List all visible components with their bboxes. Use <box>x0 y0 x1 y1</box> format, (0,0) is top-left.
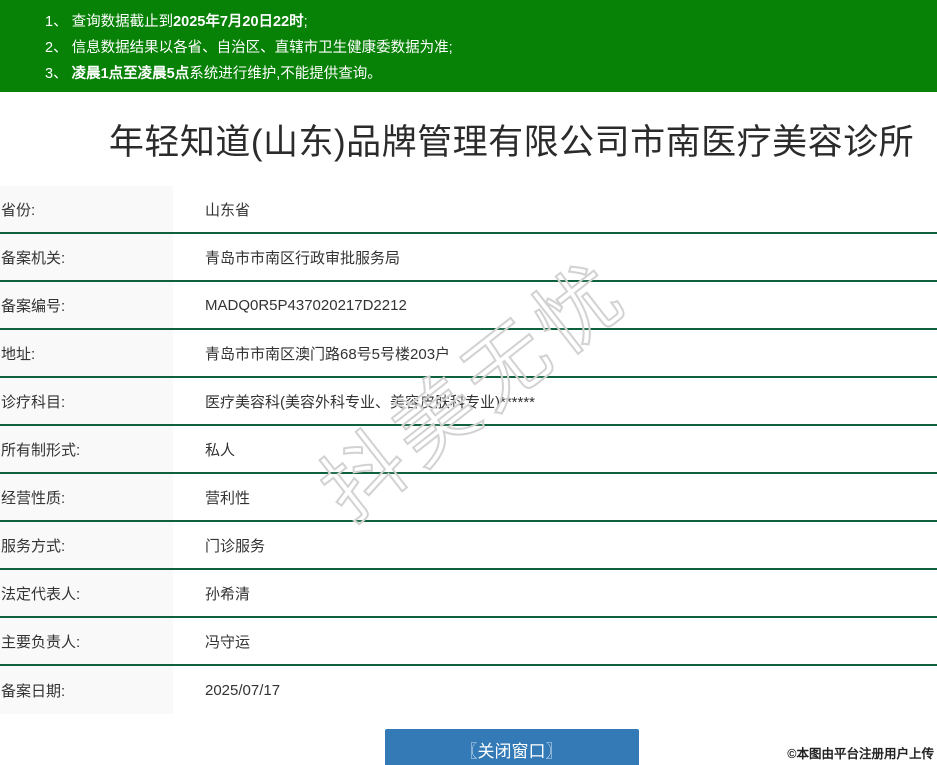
row-label: 备案机关: <box>0 234 173 280</box>
notice-text-bold: 凌晨1点至凌晨5点 <box>71 66 190 82</box>
row-label: 地址: <box>0 330 173 376</box>
button-area: 〖关闭窗口〗 <box>0 729 937 765</box>
table-row-filing-number: 备案编号: MADQ0R5P437020217D2212 <box>0 282 937 330</box>
row-label: 所有制形式: <box>0 426 173 472</box>
row-value: 2025/07/17 <box>173 666 937 714</box>
notice-text-bold: 2025年7月20日22时 <box>173 14 304 30</box>
row-value: 青岛市市南区行政审批服务局 <box>173 234 937 280</box>
notice-item: 3、 凌晨1点至凌晨5点系统进行维护,不能提供查询。 <box>45 61 927 87</box>
page-title: 年轻知道(山东)品牌管理有限公司市南医疗美容诊所 <box>108 122 915 162</box>
row-value: 医疗美容科(美容外科专业、美容皮肤科专业)****** <box>173 378 937 424</box>
notice-item: 2、 信息数据结果以各省、自治区、直辖市卫生健康委数据为准; <box>45 35 927 61</box>
table-row-ownership-form: 所有制形式: 私人 <box>0 426 937 474</box>
info-table: 省份: 山东省 备案机关: 青岛市市南区行政审批服务局 备案编号: MADQ0R… <box>0 186 937 714</box>
row-label: 省份: <box>0 186 173 232</box>
table-row-treatment-subjects: 诊疗科目: 医疗美容科(美容外科专业、美容皮肤科专业)****** <box>0 378 937 426</box>
row-label: 经营性质: <box>0 474 173 520</box>
table-row-province: 省份: 山东省 <box>0 186 937 234</box>
table-row-principal: 主要负责人: 冯守运 <box>0 618 937 666</box>
title-area: 年轻知道(山东)品牌管理有限公司市南医疗美容诊所 <box>0 92 937 186</box>
notice-text: ; <box>303 14 308 30</box>
notice-text: 3、 <box>45 66 72 82</box>
row-label: 备案日期: <box>0 666 173 714</box>
table-row-filing-authority: 备案机关: 青岛市市南区行政审批服务局 <box>0 234 937 282</box>
row-label: 服务方式: <box>0 522 173 568</box>
row-value: 冯守运 <box>173 618 937 664</box>
row-value: MADQ0R5P437020217D2212 <box>173 282 937 328</box>
row-value: 营利性 <box>173 474 937 520</box>
row-value: 私人 <box>173 426 937 472</box>
notice-text: 1、 查询数据截止到 <box>45 14 174 30</box>
notice-text: 2、 信息数据结果以各省、自治区、直辖市卫生健康委数据为准; <box>45 40 453 56</box>
row-value: 青岛市市南区澳门路68号5号楼203户 <box>173 330 937 376</box>
notice-item: 1、 查询数据截止到2025年7月20日22时; <box>45 9 927 35</box>
row-value: 孙希清 <box>173 570 937 616</box>
row-label: 备案编号: <box>0 282 173 328</box>
table-row-legal-representative: 法定代表人: 孙希清 <box>0 570 937 618</box>
row-label: 诊疗科目: <box>0 378 173 424</box>
table-row-address: 地址: 青岛市市南区澳门路68号5号楼203户 <box>0 330 937 378</box>
notice-text: 系统进行维护,不能提供查询。 <box>189 66 382 82</box>
row-value: 门诊服务 <box>173 522 937 568</box>
table-row-filing-date: 备案日期: 2025/07/17 <box>0 666 937 714</box>
table-row-service-mode: 服务方式: 门诊服务 <box>0 522 937 570</box>
close-window-button[interactable]: 〖关闭窗口〗 <box>384 729 639 765</box>
row-label: 主要负责人: <box>0 618 173 664</box>
row-value: 山东省 <box>173 186 937 232</box>
notice-banner: 1、 查询数据截止到2025年7月20日22时; 2、 信息数据结果以各省、自治… <box>0 0 937 92</box>
table-row-business-nature: 经营性质: 营利性 <box>0 474 937 522</box>
row-label: 法定代表人: <box>0 570 173 616</box>
